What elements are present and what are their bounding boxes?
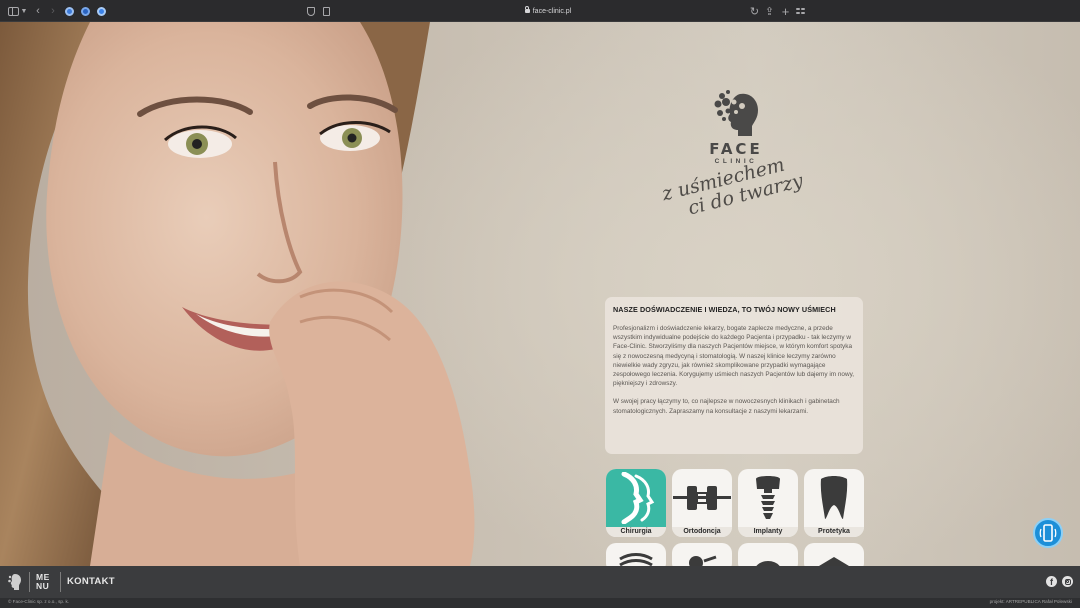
back-button[interactable]: ‹ [34,5,42,17]
menu-button[interactable]: ME NU [36,573,54,591]
instagram-icon[interactable] [1062,576,1073,587]
service-label: Ortodoncja [672,527,732,537]
service-tile[interactable] [804,543,864,566]
about-paragraph: W swojej pracy łączymy to, co najlepsze … [613,398,840,415]
braces-icon [672,469,732,527]
design-credit-link[interactable]: projekt: ARTREPUBLICA Rafał Polewski [990,599,1072,604]
url-text: face-clinic.pl [532,7,572,15]
service-label: Implanty [738,527,798,537]
sidebar-toggle-icon[interactable] [8,7,19,16]
site-footer-bar: ME NU KONTAKT f [0,566,1080,598]
address-bar[interactable]: face-clinic.pl [338,4,758,18]
contact-link[interactable]: KONTAKT [67,576,115,587]
about-card: NASZE DOŚWIADCZENIE I WIEDZA, TO TWÓJ NO… [605,297,863,454]
roof-icon [819,557,849,566]
reload-icon[interactable]: ↻ [750,5,759,18]
service-tile-ortodoncja[interactable]: Ortodoncja [672,469,732,537]
service-label: Protetyka [804,527,864,537]
brand-logo[interactable]: FACE CLINIC [700,88,772,168]
divider [60,572,61,592]
divider [29,572,30,592]
menu-label-line-2: NU [36,581,50,591]
hero-portrait-image [0,22,475,566]
copyright-text: © Face-Clinic sp. z o.o., sp. k. [8,599,70,604]
service-tile[interactable] [606,543,666,566]
hero-section: FACE CLINIC z uśmiechem ci do twarzy NAS… [0,22,1080,566]
half-circle-icon [756,561,780,566]
reader-mode-icon[interactable] [323,7,330,16]
logo-wordmark: FACE [709,140,763,158]
service-tile[interactable] [672,543,732,566]
implant-icon [738,469,798,527]
service-label: Chirurgia [606,527,666,537]
service-tile-chirurgia[interactable]: Chirurgia [606,469,666,537]
facebook-icon[interactable]: f [1046,576,1057,587]
service-tile-protetyka[interactable]: Protetyka [804,469,864,537]
forward-button[interactable]: › [49,5,57,17]
chevron-down-icon[interactable]: ▼ [21,5,28,17]
call-button[interactable] [1033,518,1063,548]
service-tile[interactable] [738,543,798,566]
phone-ringing-icon [1039,524,1057,542]
services-grid: Chirurgia Ortodoncja Implanty Protetyka [606,469,866,566]
logo-head-icon [714,90,758,136]
footer-logo-icon[interactable] [7,573,23,591]
share-icon[interactable]: ⇪ [765,5,774,18]
service-tile-implanty[interactable]: Implanty [738,469,798,537]
browser-toolbar: ▼ ‹ › face-clinic.pl ↻ ⇪ + [0,0,1080,22]
tooth-tools-icon [689,555,717,566]
crown-icon [804,469,864,527]
lock-icon [524,6,530,13]
extension-icon[interactable] [97,7,106,16]
privacy-shield-icon[interactable] [307,7,315,16]
extension-icon[interactable] [81,7,90,16]
face-profile-icon [606,469,666,527]
copyright-bar: © Face-Clinic sp. z o.o., sp. k. projekt… [0,598,1080,608]
about-paragraph: Profesjonalizm i doświadczenie lekarzy, … [613,325,855,388]
gums-icon [619,553,653,566]
tab-overview-icon[interactable] [796,7,805,15]
extension-icon[interactable] [65,7,74,16]
new-tab-icon[interactable]: + [781,4,790,19]
about-title: NASZE DOŚWIADCZENIE I WIEDZA, TO TWÓJ NO… [613,305,836,314]
